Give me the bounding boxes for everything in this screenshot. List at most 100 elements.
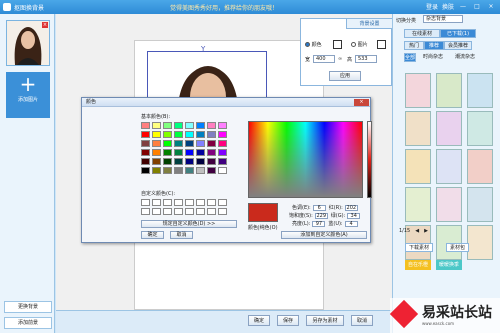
- hue-input[interactable]: 6: [312, 204, 326, 211]
- basic-color-swatch[interactable]: [141, 122, 150, 129]
- height-input[interactable]: 533: [355, 55, 377, 63]
- basic-color-swatch[interactable]: [141, 149, 150, 156]
- basic-color-swatch[interactable]: [174, 167, 183, 174]
- basic-color-swatch[interactable]: [152, 122, 161, 129]
- basic-color-swatch[interactable]: [185, 122, 194, 129]
- basic-color-swatch[interactable]: [163, 131, 172, 138]
- material-thumbnail[interactable]: [467, 187, 493, 222]
- material-thumbnail[interactable]: [436, 187, 462, 222]
- basic-color-swatch[interactable]: [152, 158, 161, 165]
- basic-color-swatch[interactable]: [141, 158, 150, 165]
- custom-color-swatch[interactable]: [152, 208, 161, 215]
- material-thumbnail[interactable]: [405, 111, 431, 146]
- basic-color-swatch[interactable]: [196, 149, 205, 156]
- custom-color-swatch[interactable]: [196, 199, 205, 206]
- basic-color-swatch[interactable]: [174, 149, 183, 156]
- filter-trend[interactable]: 潮流杂志: [450, 53, 480, 62]
- basic-color-swatch[interactable]: [218, 122, 227, 129]
- subtab-recommend[interactable]: 推荐: [424, 41, 444, 50]
- basic-color-swatch[interactable]: [174, 122, 183, 129]
- tab-downloaded[interactable]: 已下载(1): [440, 29, 476, 38]
- tab-online[interactable]: 在线素材: [404, 29, 440, 38]
- material-thumbnail[interactable]: [436, 111, 462, 146]
- basic-color-swatch[interactable]: [207, 158, 216, 165]
- basic-color-swatch[interactable]: [207, 149, 216, 156]
- material-pack-button[interactable]: 素材包: [446, 243, 470, 252]
- minimize-button[interactable]: —: [458, 2, 468, 11]
- basic-color-swatch[interactable]: [152, 149, 161, 156]
- change-background-button[interactable]: 更换背景: [4, 301, 52, 313]
- width-input[interactable]: 400: [313, 55, 335, 63]
- radio-image-icon[interactable]: [351, 42, 356, 47]
- maximize-button[interactable]: □: [472, 2, 482, 11]
- basic-color-swatch[interactable]: [163, 140, 172, 147]
- custom-color-swatch[interactable]: [174, 208, 183, 215]
- material-thumbnail[interactable]: [467, 111, 493, 146]
- basic-color-swatch[interactable]: [196, 158, 205, 165]
- basic-color-swatch[interactable]: [218, 140, 227, 147]
- custom-color-swatch[interactable]: [218, 199, 227, 206]
- image-picker-box[interactable]: [377, 40, 386, 49]
- basic-color-swatch[interactable]: [141, 167, 150, 174]
- basic-color-swatch[interactable]: [207, 140, 216, 147]
- custom-color-swatch[interactable]: [141, 208, 150, 215]
- add-foreground-button[interactable]: 添加前景: [4, 317, 52, 329]
- luminance-slider[interactable]: [367, 121, 372, 198]
- basic-color-swatch[interactable]: [207, 122, 216, 129]
- color-picker-box[interactable]: [333, 40, 342, 49]
- basic-color-swatch[interactable]: [163, 158, 172, 165]
- basic-color-swatch[interactable]: [174, 131, 183, 138]
- basic-color-swatch[interactable]: [196, 122, 205, 129]
- next-page-icon[interactable]: ▶: [424, 228, 428, 234]
- basic-color-swatch[interactable]: [196, 131, 205, 138]
- ok-button[interactable]: 确定: [141, 231, 164, 239]
- custom-color-swatch[interactable]: [174, 199, 183, 206]
- custom-color-swatch[interactable]: [152, 199, 161, 206]
- basic-color-swatch[interactable]: [218, 167, 227, 174]
- save-button[interactable]: 保存: [277, 315, 299, 326]
- color-spectrum[interactable]: [248, 121, 363, 198]
- bottom-cancel-button[interactable]: 取消: [351, 315, 373, 326]
- custom-color-swatch[interactable]: [207, 199, 216, 206]
- basic-color-swatch[interactable]: [185, 131, 194, 138]
- cancel-button[interactable]: 取消: [170, 231, 193, 239]
- custom-color-swatch[interactable]: [207, 208, 216, 215]
- material-thumbnail[interactable]: [467, 225, 493, 260]
- define-custom-button[interactable]: 规定自定义颜色(D) >>: [141, 220, 237, 228]
- confirm-button[interactable]: 确定: [248, 315, 270, 326]
- green-input[interactable]: 34: [347, 212, 361, 219]
- red-input[interactable]: 202: [344, 204, 358, 211]
- basic-color-swatch[interactable]: [152, 167, 161, 174]
- category-select[interactable]: 杂志背景: [423, 15, 463, 23]
- basic-color-swatch[interactable]: [218, 149, 227, 156]
- custom-color-swatch[interactable]: [141, 199, 150, 206]
- basic-color-swatch[interactable]: [196, 140, 205, 147]
- custom-color-swatch[interactable]: [218, 208, 227, 215]
- material-thumbnail[interactable]: [405, 187, 431, 222]
- login-link[interactable]: 登录: [426, 2, 438, 11]
- color-option[interactable]: 颜色: [305, 41, 322, 48]
- material-thumbnail[interactable]: [405, 149, 431, 184]
- subtab-hot[interactable]: 热门: [404, 41, 424, 50]
- basic-color-swatch[interactable]: [185, 140, 194, 147]
- basic-color-swatch[interactable]: [218, 131, 227, 138]
- close-button[interactable]: ×: [486, 2, 496, 11]
- banner-1[interactable]: 自在乐橙: [405, 260, 431, 270]
- image-option[interactable]: 图片: [351, 41, 368, 48]
- basic-color-swatch[interactable]: [185, 158, 194, 165]
- skin-link[interactable]: 换肤: [442, 2, 454, 11]
- basic-color-swatch[interactable]: [152, 140, 161, 147]
- basic-color-swatch[interactable]: [185, 149, 194, 156]
- blue-input[interactable]: 4: [344, 220, 358, 227]
- material-thumbnail[interactable]: [405, 73, 431, 108]
- remove-thumb-icon[interactable]: ×: [42, 22, 48, 28]
- dialog-close-button[interactable]: ×: [354, 99, 369, 106]
- basic-color-swatch[interactable]: [174, 140, 183, 147]
- material-thumbnail[interactable]: [467, 73, 493, 108]
- basic-color-swatch[interactable]: [163, 122, 172, 129]
- subtab-vip[interactable]: 会员推荐: [444, 41, 472, 50]
- add-custom-color-button[interactable]: 添加到自定义颜色(A): [281, 231, 367, 239]
- material-thumbnail[interactable]: [436, 149, 462, 184]
- basic-color-swatch[interactable]: [163, 167, 172, 174]
- basic-color-swatch[interactable]: [218, 158, 227, 165]
